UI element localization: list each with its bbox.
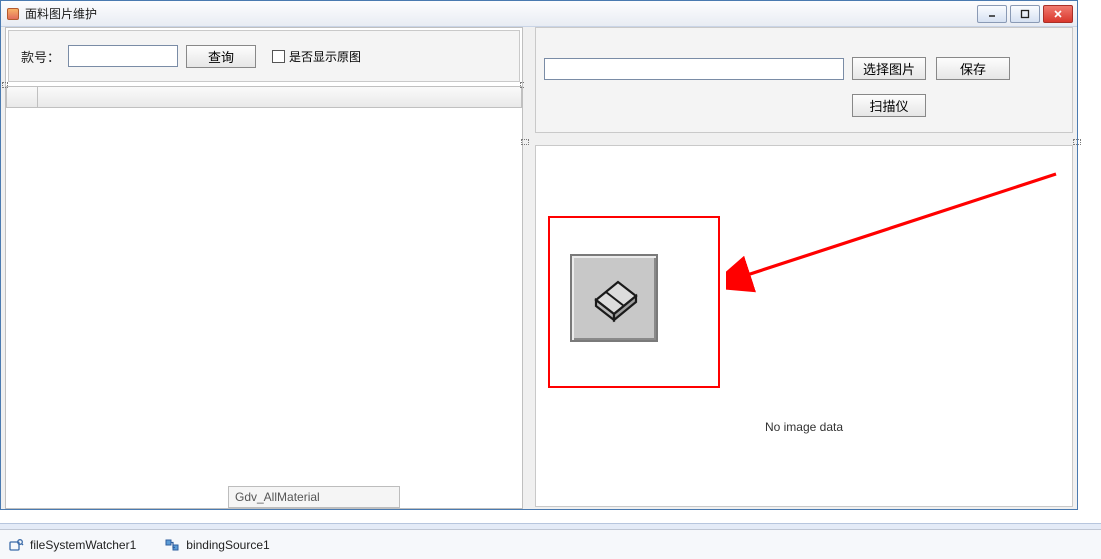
image-preview: No image data <box>535 145 1073 507</box>
left-panel: 款号： 查询 是否显示原图 Gdv_AllMaterial <box>5 27 523 509</box>
search-bar: 款号： 查询 是否显示原图 <box>8 30 520 82</box>
maximize-button[interactable] <box>1010 5 1040 23</box>
grid-designer-tag[interactable]: Gdv_AllMaterial <box>228 486 400 508</box>
file-watcher-icon <box>8 537 24 553</box>
tray-item-label: fileSystemWatcher1 <box>30 538 136 552</box>
component-tray: fileSystemWatcher1 bindingSource1 <box>0 529 1101 559</box>
grid-corner[interactable] <box>6 86 38 108</box>
checkbox-icon <box>272 50 285 63</box>
image-controls-panel: 选择图片 保存 扫描仪 <box>535 27 1073 133</box>
close-icon <box>1053 9 1063 19</box>
save-button[interactable]: 保存 <box>936 57 1010 80</box>
resize-handle[interactable] <box>2 82 8 88</box>
show-original-label: 是否显示原图 <box>289 48 361 65</box>
annotation-arrow-icon <box>726 166 1066 326</box>
minimize-button[interactable] <box>977 5 1007 23</box>
titlebar[interactable]: 面料图片维护 <box>1 1 1077 27</box>
grid-header-blank <box>38 86 522 108</box>
binding-source-icon <box>164 537 180 553</box>
minimize-icon <box>987 9 997 19</box>
close-button[interactable] <box>1043 5 1073 23</box>
style-input[interactable] <box>68 45 178 67</box>
grid-region[interactable] <box>6 86 522 508</box>
image-path-input[interactable] <box>544 58 844 80</box>
tray-item-watcher[interactable]: fileSystemWatcher1 <box>8 537 136 553</box>
tray-item-binding[interactable]: bindingSource1 <box>164 537 269 553</box>
no-image-label: No image data <box>536 420 1072 434</box>
scanner-button[interactable]: 扫描仪 <box>852 94 926 117</box>
annotation-box <box>548 216 720 388</box>
grid-header <box>6 86 522 108</box>
style-label: 款号： <box>21 47 60 66</box>
right-panel: 选择图片 保存 扫描仪 <box>529 27 1073 509</box>
show-original-checkbox[interactable]: 是否显示原图 <box>272 48 361 65</box>
select-image-button[interactable]: 选择图片 <box>852 57 926 80</box>
child-window: 面料图片维护 款号： 查询 <box>0 0 1078 510</box>
query-button[interactable]: 查询 <box>186 45 256 68</box>
window-title: 面料图片维护 <box>25 5 97 22</box>
form-icon <box>5 6 21 22</box>
maximize-icon <box>1020 9 1030 19</box>
tray-item-label: bindingSource1 <box>186 538 269 552</box>
horizontal-splitter[interactable] <box>529 137 1073 145</box>
